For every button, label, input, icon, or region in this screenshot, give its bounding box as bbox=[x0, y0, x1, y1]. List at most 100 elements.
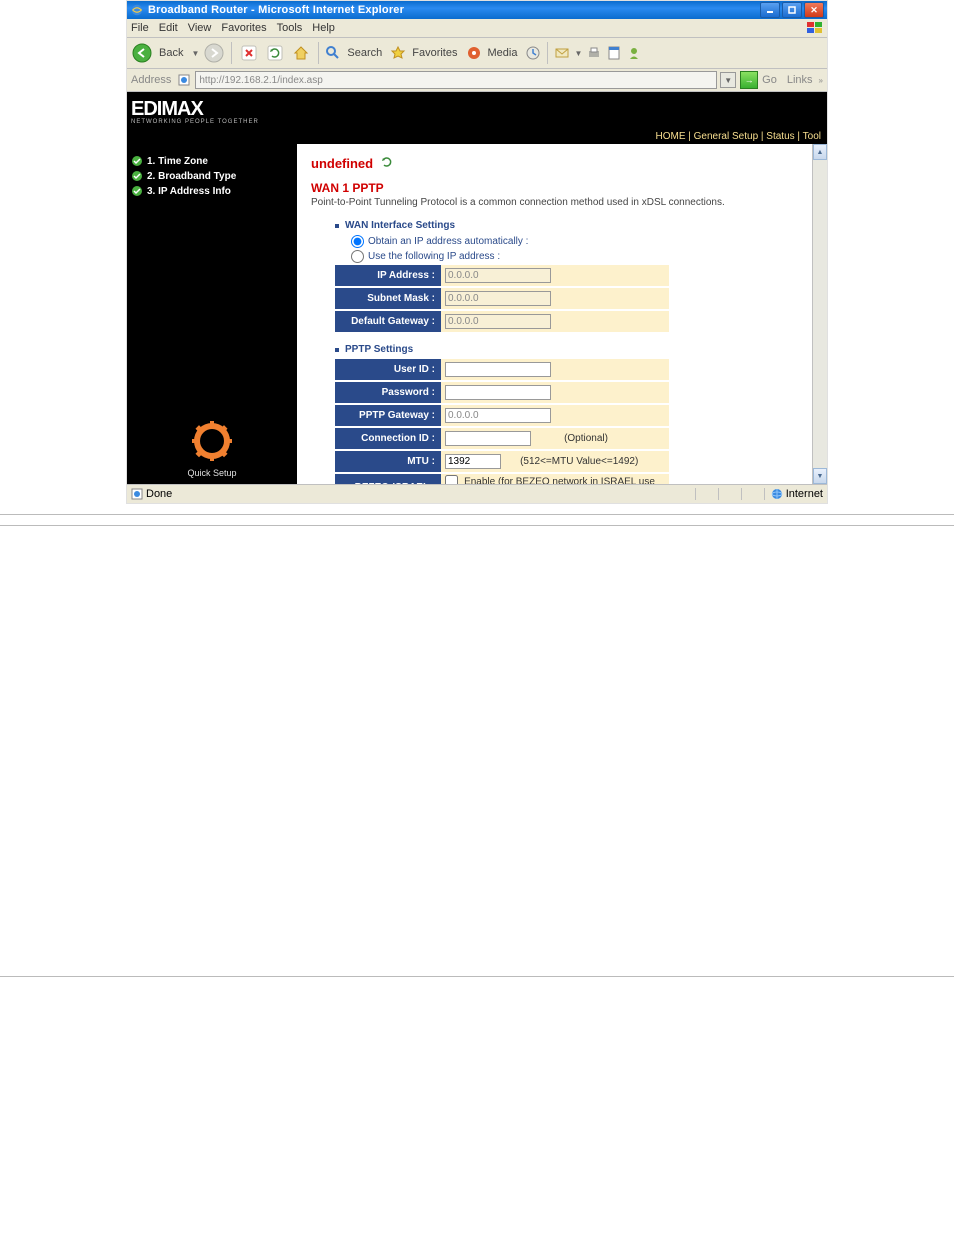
address-bar: Address ▼ → Go Links » bbox=[127, 69, 827, 92]
go-label: Go bbox=[762, 74, 777, 86]
edit-icon[interactable] bbox=[606, 42, 622, 64]
pptp-gateway-input[interactable] bbox=[445, 408, 551, 423]
refresh-icon[interactable] bbox=[381, 156, 393, 168]
sidebar-item-broadband-type[interactable]: 2. Broadband Type bbox=[131, 170, 293, 182]
sidebar-item-label: 2. Broadband Type bbox=[147, 171, 236, 182]
nav-tool[interactable]: Tool bbox=[803, 131, 821, 142]
sidebar-item-ip-address-info[interactable]: 3. IP Address Info bbox=[131, 185, 293, 197]
mail-dropdown[interactable]: ▼ bbox=[574, 49, 582, 58]
search-label[interactable]: Search bbox=[347, 47, 382, 59]
bezeq-checkbox[interactable] bbox=[445, 475, 458, 484]
row-subnet-mask: Subnet Mask : bbox=[335, 287, 669, 310]
scroll-track[interactable] bbox=[813, 160, 827, 468]
section-desc: Point-to-Point Tunneling Protocol is a c… bbox=[311, 197, 798, 208]
print-icon[interactable] bbox=[586, 42, 602, 64]
ip-address-input[interactable] bbox=[445, 268, 551, 283]
close-button[interactable]: ✕ bbox=[804, 2, 824, 18]
radio-static-ip[interactable] bbox=[351, 250, 364, 263]
nav-status[interactable]: Status bbox=[766, 131, 794, 142]
back-dropdown[interactable]: ▼ bbox=[191, 49, 199, 58]
scroll-down-button[interactable]: ▼ bbox=[813, 468, 827, 484]
subnet-mask-input[interactable] bbox=[445, 291, 551, 306]
status-bar: Done Internet bbox=[127, 484, 827, 503]
wan-form: IP Address : Subnet Mask : Default Gatew… bbox=[335, 265, 669, 334]
divider bbox=[0, 525, 954, 526]
search-icon[interactable] bbox=[325, 42, 341, 64]
mtu-input[interactable] bbox=[445, 454, 501, 469]
check-icon bbox=[131, 155, 143, 167]
favorites-label[interactable]: Favorites bbox=[412, 47, 457, 59]
done-icon bbox=[131, 488, 143, 500]
internet-zone-icon bbox=[771, 488, 783, 500]
menu-help[interactable]: Help bbox=[312, 22, 335, 34]
go-button[interactable]: → bbox=[740, 71, 758, 89]
user-id-input[interactable] bbox=[445, 362, 551, 377]
home-button[interactable] bbox=[290, 42, 312, 64]
section-title: WAN 1 PPTP bbox=[311, 181, 798, 195]
check-icon bbox=[131, 185, 143, 197]
connection-id-input[interactable] bbox=[445, 431, 531, 446]
row-default-gateway: Default Gateway : bbox=[335, 310, 669, 333]
page-heading-undefined: undefined bbox=[311, 156, 798, 171]
menu-view[interactable]: View bbox=[188, 22, 212, 34]
sidebar-item-time-zone[interactable]: 1. Time Zone bbox=[131, 155, 293, 167]
mail-icon[interactable] bbox=[554, 42, 570, 64]
favorites-icon[interactable] bbox=[390, 42, 406, 64]
stop-button[interactable] bbox=[238, 42, 260, 64]
window-titlebar: Broadband Router - Microsoft Internet Ex… bbox=[127, 1, 827, 19]
vertical-scrollbar[interactable]: ▲ ▼ bbox=[812, 144, 827, 484]
brand-logo: EDIMAX NETWORKING PEOPLE TOGETHER bbox=[131, 98, 259, 125]
back-button[interactable] bbox=[131, 42, 153, 64]
media-icon[interactable] bbox=[466, 42, 482, 64]
divider bbox=[0, 514, 954, 515]
address-input[interactable] bbox=[195, 71, 717, 89]
messenger-icon[interactable] bbox=[626, 42, 642, 64]
pptp-gateway-label: PPTP Gateway : bbox=[335, 404, 441, 427]
forward-button[interactable] bbox=[203, 42, 225, 64]
row-bezeq: BEZEQ-ISRAEL : Enable (for BEZEQ network… bbox=[335, 473, 669, 484]
menu-file[interactable]: File bbox=[131, 22, 149, 34]
back-label: Back bbox=[159, 47, 183, 59]
history-icon[interactable] bbox=[525, 42, 541, 64]
pptp-heading: PPTP Settings bbox=[335, 344, 798, 355]
radio-obtain-auto[interactable] bbox=[351, 235, 364, 248]
password-input[interactable] bbox=[445, 385, 551, 400]
refresh-button[interactable] bbox=[264, 42, 286, 64]
sidebar-item-label: 1. Time Zone bbox=[147, 156, 208, 167]
row-connection-id: Connection ID : (Optional) bbox=[335, 427, 669, 450]
minimize-button[interactable] bbox=[760, 2, 780, 18]
sidebar-footer: Quick Setup bbox=[127, 419, 297, 478]
page-icon bbox=[177, 73, 191, 87]
toolbar: Back ▼ Search Favorites Media ▼ bbox=[127, 38, 827, 69]
sidebar: 1. Time Zone 2. Broadband Type 3. IP Add… bbox=[127, 144, 297, 484]
nav-general-setup[interactable]: General Setup bbox=[694, 131, 759, 142]
status-done: Done bbox=[146, 488, 172, 500]
bezeq-note: Enable (for BEZEQ network in ISRAEL use … bbox=[445, 476, 655, 484]
address-dropdown[interactable]: ▼ bbox=[720, 72, 736, 88]
links-button[interactable]: Links bbox=[787, 74, 813, 86]
user-id-label: User ID : bbox=[335, 359, 441, 381]
links-chevron[interactable]: » bbox=[819, 76, 823, 85]
connection-id-note: (Optional) bbox=[564, 433, 608, 444]
sidebar-footer-label: Quick Setup bbox=[127, 468, 297, 478]
wan-interface-heading: WAN Interface Settings bbox=[335, 220, 798, 231]
subnet-mask-label: Subnet Mask : bbox=[335, 287, 441, 310]
row-mtu: MTU : (512<=MTU Value<=1492) bbox=[335, 450, 669, 473]
row-pptp-gateway: PPTP Gateway : bbox=[335, 404, 669, 427]
maximize-button[interactable] bbox=[782, 2, 802, 18]
menu-favorites[interactable]: Favorites bbox=[221, 22, 266, 34]
nav-home[interactable]: HOME bbox=[655, 131, 685, 142]
mtu-note: (512<=MTU Value<=1492) bbox=[520, 456, 638, 467]
ip-address-label: IP Address : bbox=[335, 265, 441, 287]
scroll-up-button[interactable]: ▲ bbox=[813, 144, 827, 160]
bezeq-label: BEZEQ-ISRAEL : bbox=[335, 473, 441, 484]
media-label[interactable]: Media bbox=[488, 47, 518, 59]
menu-edit[interactable]: Edit bbox=[159, 22, 178, 34]
row-user-id: User ID : bbox=[335, 359, 669, 381]
pptp-form: User ID : Password : PPTP Gateway : Conn… bbox=[335, 359, 669, 484]
default-gateway-input[interactable] bbox=[445, 314, 551, 329]
address-label: Address bbox=[131, 74, 171, 86]
menu-tools[interactable]: Tools bbox=[277, 22, 303, 34]
row-ip-address: IP Address : bbox=[335, 265, 669, 287]
content-pane: undefined WAN 1 PPTP Point-to-Point Tunn… bbox=[297, 144, 812, 484]
